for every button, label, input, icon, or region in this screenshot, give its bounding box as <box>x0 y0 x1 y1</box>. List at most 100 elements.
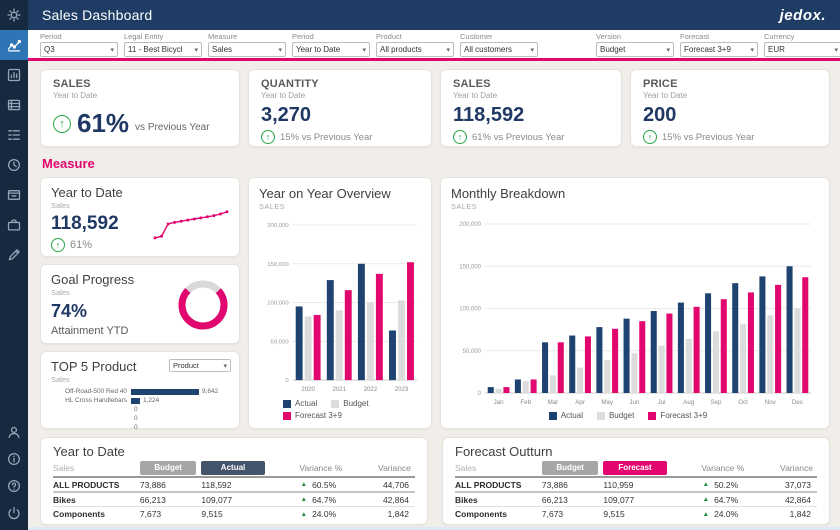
sidebar-item-marketplace[interactable] <box>0 180 28 210</box>
kpi-subtitle: Year to Date <box>643 91 817 100</box>
kpi-change-row: ↑61% vs Previous Year <box>453 130 609 144</box>
legend-item: Budget <box>597 411 634 420</box>
table-grid: SalesBudgetForecastVariance %VarianceALL… <box>455 459 817 521</box>
kpi-title: SALES <box>453 78 609 90</box>
variance-pct-value: 64.7% <box>714 495 738 505</box>
kpi-card-quantity-1: QUANTITYYear to Date3,270↑15% vs Previou… <box>248 69 432 147</box>
kpi-subtitle: Year to Date <box>453 91 609 100</box>
sidebar-item-power[interactable] <box>0 499 28 526</box>
filter-label: Product <box>376 32 454 41</box>
up-arrow-icon: ↑ <box>453 130 467 144</box>
variance-cell: 44,706 <box>346 476 415 491</box>
svg-text:Jan: Jan <box>494 399 505 406</box>
legend-label: Budget <box>609 411 634 420</box>
table-subtitle: Sales <box>455 463 476 473</box>
sidebar-item-integrator[interactable] <box>0 120 28 150</box>
chart-title: Year on Year Overview <box>259 186 421 201</box>
variance-pct-value: 60.5% <box>312 480 336 490</box>
sidebar-item-info[interactable] <box>0 445 28 472</box>
chevron-down-icon: ▾ <box>362 46 366 54</box>
up-arrow-icon: ↑ <box>51 238 65 252</box>
sidebar-item-help[interactable] <box>0 472 28 499</box>
legend-item: Actual <box>549 411 583 420</box>
monthly-legend: Actual Budget Forecast 3+9 <box>451 408 819 420</box>
filter-select-period[interactable]: Year to Date▾ <box>292 42 370 57</box>
top5-bar <box>131 389 199 395</box>
sidebar-item-scheduler[interactable] <box>0 150 28 180</box>
table-subtitle: Sales <box>53 463 74 473</box>
filter-label: Currency <box>764 32 840 41</box>
row-label: Bikes <box>53 491 140 506</box>
legend-label: Forecast 3+9 <box>295 411 342 420</box>
chevron-down-icon: ▾ <box>750 46 754 54</box>
filter-label: Legal Entity <box>124 32 202 41</box>
ytd-sparkline <box>151 202 233 244</box>
power-icon <box>7 506 21 520</box>
filter-select-measure[interactable]: Sales▾ <box>208 42 286 57</box>
kpi-title: QUANTITY <box>261 78 419 90</box>
sidebar-item-administration[interactable] <box>0 210 28 240</box>
filter-label: Period <box>40 32 118 41</box>
variance-cell: 42,864 <box>748 491 817 506</box>
filter-select-customer[interactable]: All customers▾ <box>460 42 538 57</box>
top5-row: Off-Road-500 Red 409,642 <box>51 387 229 396</box>
chevron-down-icon: ▾ <box>666 46 670 54</box>
actual-value: 9,515 <box>201 506 270 521</box>
kpi-card-price-3: PRICEYear to Date200↑15% vs Previous Yea… <box>630 69 830 147</box>
variance-pct-cell: ▲64.7% <box>270 491 346 506</box>
chevron-down-icon: ▾ <box>194 46 198 54</box>
svg-text:Apr: Apr <box>575 399 585 406</box>
main-area: Sales Dashboard jedox. PeriodQ3▾Legal En… <box>28 0 840 530</box>
top5-item-value: 0 <box>134 406 138 413</box>
monthly-chart-card: Monthly Breakdown SALES 050,000100,00015… <box>440 177 830 429</box>
svg-text:0: 0 <box>478 391 482 397</box>
filter-select-version[interactable]: Budget▾ <box>596 42 674 57</box>
filter-label: Measure <box>208 32 286 41</box>
filter-select-period[interactable]: Q3▾ <box>40 42 118 57</box>
kpi-suffix: vs Previous Year <box>135 122 210 133</box>
chart-title: Monthly Breakdown <box>451 186 819 201</box>
filter-product-4: ProductAll products▾ <box>376 32 454 57</box>
triangle-up-icon: ▲ <box>703 481 709 488</box>
sidebar-item-gear[interactable] <box>0 0 28 30</box>
sidebar-item-reports[interactable] <box>0 60 28 90</box>
svg-text:2023: 2023 <box>395 386 409 393</box>
measure-cards-column: Year to Date Sales 118,592 ↑ 61% Goal Pr… <box>40 177 240 429</box>
filter-select-forecast[interactable]: Forecast 3+9▾ <box>680 42 758 57</box>
filter-select-legal-entity[interactable]: 11 - Best Bicycl▾ <box>124 42 202 57</box>
ytd-change-label: 61% <box>70 239 92 251</box>
svg-text:May: May <box>601 399 614 406</box>
table-header-cell: Sales <box>53 459 140 476</box>
legend-item: Forecast 3+9 <box>648 411 707 420</box>
filter-select-currency[interactable]: EUR▾ <box>764 42 840 57</box>
sidebar-item-audit[interactable] <box>0 240 28 270</box>
filter-value: All customers <box>464 45 528 54</box>
top5-bar-wrap: 0 <box>131 424 229 431</box>
row-label: Components <box>455 506 542 521</box>
variance-pct-cell: ▲24.0% <box>672 506 748 521</box>
filter-label: Customer <box>460 32 538 41</box>
top5-row: 0 <box>51 423 229 432</box>
sidebar-item-dashboard[interactable] <box>0 30 28 60</box>
product-dropdown[interactable]: Product ▾ <box>169 359 231 372</box>
legend-swatch <box>283 400 291 408</box>
goal-progress-card: Goal Progress Sales 74% Attainment YTD <box>40 264 240 344</box>
legend-swatch <box>597 412 605 420</box>
column-badge-forecast: Forecast <box>603 461 666 475</box>
card-subtitle: Sales <box>51 375 229 384</box>
kpi-change-label: 15% vs Previous Year <box>280 132 372 143</box>
sidebar-item-user[interactable] <box>0 418 28 445</box>
kpi-value: 3,270 <box>261 104 419 127</box>
actual-value: 109,077 <box>201 491 270 506</box>
table-header-cell: Variance <box>748 459 817 476</box>
top5-item-label: Off-Road-500 Red 40 <box>51 388 131 395</box>
variance-pct-value: 50.2% <box>714 480 738 490</box>
up-arrow-icon: ↑ <box>53 115 71 133</box>
row-label: Components <box>53 506 140 521</box>
filter-select-product[interactable]: All products▾ <box>376 42 454 57</box>
sidebar-item-modeler[interactable] <box>0 90 28 120</box>
variance-header: Variance % <box>270 463 346 473</box>
svg-text:2020: 2020 <box>301 386 315 393</box>
actual-value: 9,515 <box>603 506 672 521</box>
filter-legal-entity-1: Legal Entity11 - Best Bicycl▾ <box>124 32 202 57</box>
